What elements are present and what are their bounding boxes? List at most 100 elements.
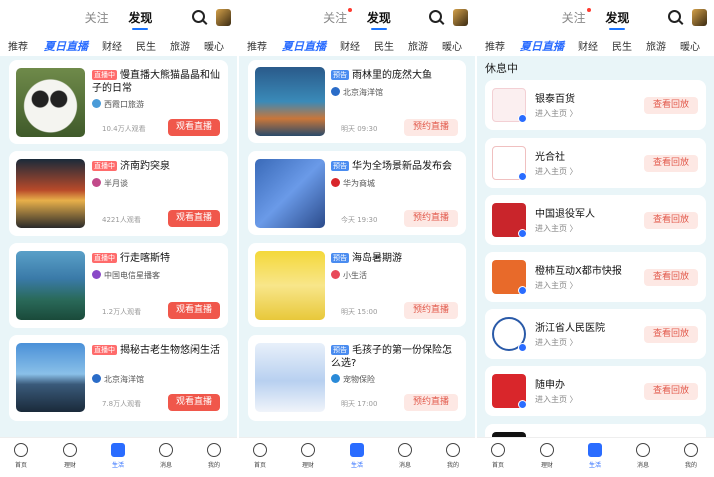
watch-live-button[interactable]: 观看直播	[168, 210, 220, 227]
tab-finance[interactable]: 财经	[578, 38, 598, 53]
channel-card[interactable]: 中国退役军人 进入主页 〉 查看回放	[485, 195, 706, 245]
tab-travel[interactable]: 旅游	[408, 38, 428, 53]
reserve-live-button[interactable]: 预约直播	[404, 302, 458, 319]
preview-card[interactable]: 预告 毛孩子的第一份保险怎么选? 宠物保险 明天 17:00 预约直播	[248, 335, 466, 421]
nav-home[interactable]: 首页	[6, 443, 36, 469]
channel-card[interactable]: 浙江省人民医院 进入主页 〉 查看回放	[485, 309, 706, 359]
karst-thumbnail	[16, 251, 85, 320]
tab-recommend[interactable]: 推荐	[8, 38, 28, 53]
live-card[interactable]: 直播中 揭秘古老生物悠闲生活 北京海洋馆 7.8万人观看 观看直播	[9, 335, 228, 421]
enter-homepage-link[interactable]: 进入主页 〉	[535, 166, 578, 177]
watch-live-button[interactable]: 观看直播	[168, 302, 220, 319]
avatar[interactable]	[453, 9, 468, 26]
tab-follow[interactable]: 关注	[558, 8, 591, 26]
enter-homepage-link[interactable]: 进入主页 〉	[535, 108, 578, 119]
tab-follow[interactable]: 关注	[81, 9, 113, 26]
preview-card[interactable]: 预告 海岛暑期游 小生活 明天 15:00 预约直播	[248, 243, 466, 327]
reserve-live-button[interactable]: 预约直播	[404, 394, 458, 411]
tab-livelihood[interactable]: 民生	[374, 38, 394, 53]
nav-messages[interactable]: 消息	[628, 443, 658, 469]
tab-summer-live[interactable]: 夏日直播	[520, 38, 564, 54]
avatar[interactable]	[216, 9, 231, 26]
channel-card[interactable]: 银泰百货 进入主页 〉 查看回放	[485, 80, 706, 130]
view-replay-button[interactable]: 查看回放	[644, 155, 698, 172]
nav-life[interactable]: 生活	[342, 443, 372, 469]
home-icon	[14, 443, 28, 457]
nav-home[interactable]: 首页	[245, 443, 275, 469]
watch-live-button[interactable]: 观看直播	[168, 119, 220, 136]
tab-warm[interactable]: 暖心	[442, 38, 462, 53]
view-replay-button[interactable]: 查看回放	[644, 383, 698, 400]
source-logo-icon	[92, 99, 101, 108]
tab-livelihood[interactable]: 民生	[612, 38, 632, 53]
nav-messages[interactable]: 消息	[151, 443, 181, 469]
enter-homepage-link[interactable]: 进入主页 〉	[535, 280, 578, 291]
card-source[interactable]: 西霞口旅游	[92, 99, 144, 110]
channel-card[interactable]: 光合社 进入主页 〉 查看回放	[485, 138, 706, 188]
tab-livelihood[interactable]: 民生	[136, 38, 156, 53]
enter-homepage-link[interactable]: 进入主页 〉	[535, 394, 578, 405]
tab-travel[interactable]: 旅游	[646, 38, 666, 53]
nav-life[interactable]: 生活	[580, 443, 610, 469]
channel-card[interactable]: 随申办 进入主页 〉 查看回放	[485, 366, 706, 416]
enter-homepage-link[interactable]: 进入主页 〉	[535, 223, 578, 234]
watch-live-button[interactable]: 观看直播	[168, 394, 220, 411]
card-source[interactable]: 中国电信星播客	[92, 270, 160, 281]
nav-me[interactable]: 我的	[199, 443, 229, 469]
section-header: 休息中	[485, 62, 518, 75]
nav-home[interactable]: 首页	[483, 443, 513, 469]
live-card[interactable]: 直播中 行走喀斯特 中国电信星播客 1.2万人观看 观看直播	[9, 243, 228, 328]
tab-finance[interactable]: 财经	[340, 38, 360, 53]
card-source[interactable]: 北京海洋馆	[331, 87, 383, 98]
nav-life[interactable]: 生活	[103, 443, 133, 469]
preview-card[interactable]: 预告 雨林里的庞然大鱼 北京海洋馆 明天 09:30 预约直播	[248, 60, 466, 143]
tab-follow[interactable]: 关注	[319, 8, 353, 26]
tab-discover[interactable]: 发现	[601, 9, 633, 30]
search-icon[interactable]	[429, 10, 442, 23]
reserve-live-button[interactable]: 预约直播	[404, 119, 458, 136]
view-replay-button[interactable]: 查看回放	[644, 97, 698, 114]
tab-finance[interactable]: 财经	[102, 38, 122, 53]
nav-finance[interactable]: 理财	[532, 443, 562, 469]
tab-recommend[interactable]: 推荐	[485, 38, 505, 53]
view-replay-button[interactable]: 查看回放	[644, 212, 698, 229]
tab-warm[interactable]: 暖心	[204, 38, 224, 53]
view-replay-button[interactable]: 查看回放	[644, 326, 698, 343]
card-source[interactable]: 华为商城	[331, 178, 375, 189]
tab-discover[interactable]: 发现	[124, 9, 156, 30]
live-card[interactable]: 直播中 慢直播大熊猫晶晶和仙子的日常 西霞口旅游 10.4万人观看 观看直播	[9, 60, 228, 144]
tab-recommend[interactable]: 推荐	[247, 38, 267, 53]
aquarium-thumbnail	[16, 343, 85, 412]
search-icon[interactable]	[192, 10, 205, 23]
nav-finance[interactable]: 理财	[55, 443, 85, 469]
nav-me[interactable]: 我的	[438, 443, 468, 469]
life-icon	[588, 443, 602, 457]
card-source[interactable]: 半月谈	[92, 178, 128, 189]
reserve-live-button[interactable]: 预约直播	[404, 210, 458, 227]
nav-finance[interactable]: 理财	[293, 443, 323, 469]
user-icon	[446, 443, 460, 457]
tab-summer-live[interactable]: 夏日直播	[282, 38, 326, 54]
channel-name: 银泰百货	[535, 94, 575, 105]
search-icon[interactable]	[668, 10, 681, 23]
nav-me[interactable]: 我的	[676, 443, 706, 469]
source-logo-icon	[331, 178, 340, 187]
spring-thumbnail	[16, 159, 85, 228]
channel-card[interactable]: 橙柿互动X都市快报 进入主页 〉 查看回放	[485, 252, 706, 302]
nav-messages[interactable]: 消息	[390, 443, 420, 469]
tab-warm[interactable]: 暖心	[680, 38, 700, 53]
card-source[interactable]: 北京海洋馆	[92, 374, 144, 385]
bottom-nav: 首页 理财 生活 消息 我的	[239, 437, 475, 477]
card-source[interactable]: 小生活	[331, 270, 367, 281]
preview-card[interactable]: 预告 华为全场景新品发布会 华为商城 今天 19:30 预约直播	[248, 151, 466, 235]
tab-travel[interactable]: 旅游	[170, 38, 190, 53]
tab-discover[interactable]: 发现	[363, 9, 395, 30]
live-card[interactable]: 直播中 济南趵突泉 半月谈 4221人观看 观看直播	[9, 151, 228, 236]
enter-homepage-link[interactable]: 进入主页 〉	[535, 337, 578, 348]
avatar[interactable]	[692, 9, 707, 26]
card-source[interactable]: 宠物保险	[331, 374, 375, 385]
yuan-icon	[301, 443, 315, 457]
live-badge: 直播中	[92, 253, 117, 263]
view-replay-button[interactable]: 查看回放	[644, 269, 698, 286]
tab-summer-live[interactable]: 夏日直播	[44, 38, 88, 54]
